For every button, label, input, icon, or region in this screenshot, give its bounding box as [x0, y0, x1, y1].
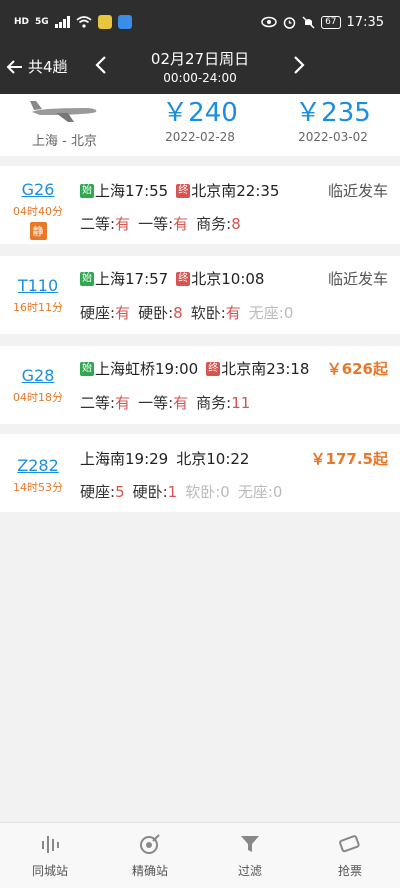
- ticket-icon: [339, 835, 360, 853]
- flight-price-option[interactable]: ￥235 2022-03-02: [268, 98, 398, 144]
- train-item[interactable]: G26 04时40分 静 始 上海17:55 终 北京南22:35 临近发车 二…: [0, 166, 400, 244]
- seat-info: 硬卧:1: [132, 483, 178, 501]
- flight-price-panel[interactable]: 上海 - 北京 ￥240 2022-02-28 ￥235 2022-03-02: [0, 94, 400, 156]
- travel-duration: 16时11分: [13, 301, 63, 314]
- arrival-station-time: 北京南22:35: [191, 182, 280, 200]
- train-item[interactable]: G28 04时18分 始 上海虹桥19:00 终 北京南23:18 ￥626起 …: [0, 346, 400, 424]
- terminus-badge: 终: [176, 183, 191, 198]
- seat-info: 无座:0: [248, 304, 294, 322]
- travel-duration: 14时53分: [13, 481, 63, 494]
- departure-station-time: 上海虹桥19:00: [95, 360, 199, 378]
- train-id-column: G28 04时18分: [0, 366, 76, 405]
- train-number[interactable]: T110: [0, 276, 76, 295]
- seat-info: 硬座:5: [80, 483, 125, 501]
- train-number[interactable]: G26: [0, 180, 76, 199]
- flight-price-option[interactable]: ￥240 2022-02-28: [135, 98, 265, 144]
- departure-station-time: 上海17:57: [95, 270, 169, 288]
- same-city-icon: [42, 836, 59, 853]
- travel-duration: 04时18分: [13, 391, 63, 404]
- train-item[interactable]: Z282 14时53分 上海南19:29 北京10:22 ￥177.5起 硬座:…: [0, 434, 400, 512]
- train-number[interactable]: Z282: [0, 456, 76, 475]
- seat-info: 一等:有: [138, 394, 189, 412]
- seat-availability: 二等:有 一等:有 商务:11: [80, 392, 250, 413]
- seat-availability: 二等:有 一等:有 商务:8: [80, 213, 241, 234]
- airplane-icon: [30, 101, 97, 122]
- flight-price: ￥235: [295, 98, 371, 128]
- terminus-badge: 终: [206, 361, 221, 376]
- lowest-price: ￥626起: [326, 360, 388, 378]
- signal-type-label: 5G: [35, 17, 49, 27]
- origin-badge: 始: [80, 271, 94, 286]
- nav-label: 同城站: [31, 864, 68, 878]
- nav-label: 过滤: [237, 864, 262, 878]
- train-id-column: T110 16时11分: [0, 276, 76, 315]
- grab-ticket-button[interactable]: 抢票: [300, 823, 400, 888]
- departure-arrival-times: 始 上海17:57 终 北京10:08: [80, 268, 264, 289]
- filter-button[interactable]: 过滤: [200, 823, 300, 888]
- route-label: 上海 - 北京: [32, 134, 97, 149]
- seat-info: 二等:有: [80, 394, 131, 412]
- flight-date: 2022-02-28: [165, 130, 235, 144]
- trip-count-label: 共4趟: [28, 58, 68, 76]
- alarm-icon: [283, 16, 296, 29]
- seat-info: 商务:8: [196, 215, 241, 233]
- nav-label: 精确站: [131, 864, 168, 878]
- signal-icon: [54, 16, 70, 28]
- arrival-station-time: 北京10:08: [191, 270, 265, 288]
- exact-station-button[interactable]: 精确站: [100, 823, 200, 888]
- nav-label: 抢票: [337, 864, 362, 878]
- seat-info: 硬座:有: [80, 304, 131, 322]
- battery-icon: 67: [321, 15, 341, 29]
- arrival-station-time: 北京10:22: [176, 450, 250, 468]
- train-number[interactable]: G28: [0, 366, 76, 385]
- app-notification-icon: [97, 15, 112, 29]
- previous-day-button[interactable]: [92, 54, 112, 80]
- quiet-carriage-badge: 静: [29, 222, 47, 240]
- departure-arrival-times: 始 上海17:55 终 北京南22:35: [80, 180, 279, 201]
- eye-icon: [261, 16, 277, 28]
- wifi-icon: [76, 16, 92, 28]
- seat-info: 商务:11: [196, 394, 251, 412]
- back-button[interactable]: 共4趟: [6, 56, 68, 77]
- arrow-left-icon: [6, 59, 22, 74]
- departure-arrival-times: 始 上海虹桥19:00 终 北京南23:18: [80, 358, 309, 379]
- seat-info: 软卧:有: [190, 304, 241, 322]
- target-icon: [140, 834, 160, 854]
- flight-date: 2022-03-02: [298, 130, 368, 144]
- mute-icon: [302, 15, 315, 29]
- train-id-column: G26 04时40分 静: [0, 180, 76, 240]
- seat-info: 一等:有: [138, 215, 189, 233]
- departure-station-time: 上海17:55: [95, 182, 169, 200]
- train-id-column: Z282 14时53分: [0, 456, 76, 495]
- seat-availability: 硬座:5 硬卧:1 软卧:0 无座:0: [80, 481, 282, 502]
- origin-badge: 始: [80, 361, 94, 376]
- chevron-right-icon: [294, 56, 305, 74]
- bottom-toolbar: 同城站 精确站 过滤 抢票: [0, 822, 400, 888]
- lowest-price: ￥177.5起: [310, 450, 388, 468]
- filter-icon: [241, 836, 259, 852]
- travel-duration: 04时40分: [13, 205, 63, 218]
- train-item[interactable]: T110 16时11分 始 上海17:57 终 北京10:08 临近发车 硬座:…: [0, 256, 400, 334]
- same-city-station-button[interactable]: 同城站: [0, 823, 100, 888]
- search-app-icon: [117, 15, 132, 29]
- seat-info: 软卧:0: [185, 483, 230, 501]
- next-day-button[interactable]: [288, 54, 308, 80]
- departure-station-time: 上海南19:29: [80, 450, 169, 468]
- seat-info: 硬卧:8: [138, 304, 183, 322]
- seat-availability: 硬座:有 硬卧:8 软卧:有 无座:0: [80, 302, 293, 323]
- terminus-badge: 终: [176, 271, 191, 286]
- chevron-left-icon: [95, 56, 106, 74]
- clock: 17:35: [346, 14, 384, 30]
- seat-info: 二等:有: [80, 215, 131, 233]
- departure-status: 临近发车: [327, 182, 388, 200]
- seat-info: 无座:0: [237, 483, 283, 501]
- departure-status: 临近发车: [327, 270, 388, 288]
- arrival-station-time: 北京南23:18: [221, 360, 310, 378]
- flight-price: ￥240: [162, 98, 238, 128]
- top-navigation-bar: 共4趟 02月27日周日 00:00-24:00: [0, 44, 400, 94]
- origin-badge: 始: [80, 183, 94, 198]
- status-bar: HD 5G 67 17:35: [0, 0, 400, 44]
- network-label: HD: [14, 17, 30, 27]
- departure-arrival-times: 上海南19:29 北京10:22: [80, 448, 249, 469]
